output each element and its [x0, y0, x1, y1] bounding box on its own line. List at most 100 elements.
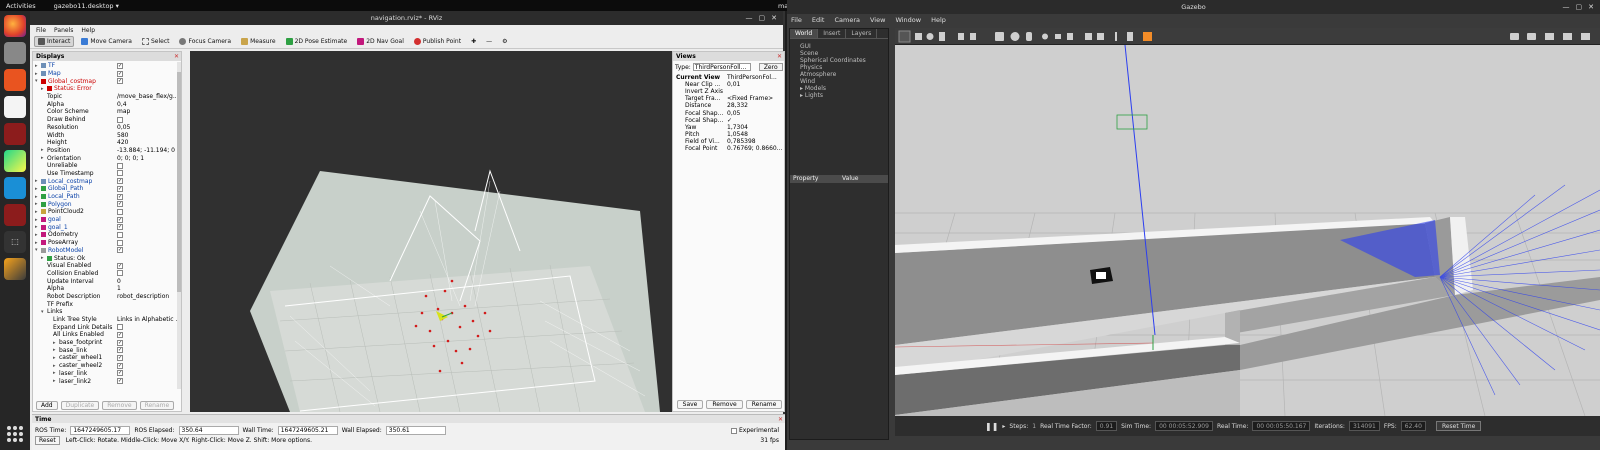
display-checkbox[interactable] [117, 116, 123, 123]
tool-2d-nav-goal[interactable]: 2D Nav Goal [354, 36, 407, 47]
display-row[interactable]: Link Tree Style Links in Alphabetic ... [33, 316, 181, 324]
menu-edit[interactable]: Edit [812, 16, 825, 24]
display-row[interactable]: ▸ caster_wheel1 ✓ [33, 354, 181, 362]
display-checkbox[interactable]: ✓ [117, 339, 123, 346]
gazebo-icon[interactable] [4, 258, 26, 280]
pause-icon[interactable]: ❚❚ [985, 422, 998, 431]
display-checkbox[interactable]: ✓ [117, 78, 123, 85]
rename-display-button[interactable]: Rename [139, 401, 175, 410]
terminal2-icon[interactable] [4, 204, 26, 226]
display-checkbox[interactable]: ✓ [117, 262, 123, 269]
display-row[interactable]: ▾ Links [33, 308, 181, 316]
display-checkbox[interactable]: ✓ [117, 62, 123, 69]
display-row[interactable]: Alpha 1 [33, 285, 181, 293]
rename-view-button[interactable]: Rename [745, 400, 783, 409]
tool-interact[interactable]: Interact [34, 36, 75, 47]
display-row[interactable]: ▸ Local_costmap ✓ [33, 177, 181, 185]
view-properties[interactable]: Current View ThirdPersonFol... Near Clip .… [673, 74, 784, 152]
view-property-row[interactable]: Yaw 1,7304 [673, 124, 784, 131]
tab-insert[interactable]: Insert [818, 29, 847, 38]
software-icon[interactable] [4, 69, 26, 91]
gazebo-titlebar[interactable]: Gazebo — ▢ ✕ [787, 0, 1600, 14]
display-checkbox[interactable]: ✓ [117, 178, 123, 185]
display-checkbox[interactable]: ✓ [117, 370, 123, 377]
view-property-row[interactable]: Pitch 1,0548 [673, 131, 784, 138]
display-checkbox[interactable]: ✓ [117, 331, 123, 338]
display-row[interactable]: Draw Behind [33, 116, 181, 124]
display-row[interactable]: Height 420 [33, 139, 181, 147]
view-property-row[interactable]: Focal Point 0.76769; 0.8660... [673, 145, 784, 152]
tool-select[interactable]: Select [139, 36, 173, 47]
display-row[interactable]: TF Prefix [33, 300, 181, 308]
tool-2d-pose-estimate[interactable]: 2D Pose Estimate [283, 36, 351, 47]
activities-button[interactable]: Activities [6, 2, 36, 10]
view-property-row[interactable]: Focal Shap... ✓ [673, 117, 784, 124]
tab-world[interactable]: World [790, 29, 819, 38]
menu-window[interactable]: Window [895, 16, 921, 24]
app-menu[interactable]: gazebo11.desktop ▾ [54, 2, 119, 10]
display-value[interactable]: map [117, 108, 179, 115]
menu-view[interactable]: View [870, 16, 885, 24]
display-row[interactable]: ▸ Global_Path ✓ [33, 185, 181, 193]
display-row[interactable]: Resolution 0,05 [33, 124, 181, 132]
maximize-icon[interactable]: ▢ [1576, 3, 1583, 11]
display-row[interactable]: ▸ Polygon ✓ [33, 200, 181, 208]
view-property-value[interactable]: 0,05 [727, 110, 785, 117]
display-row[interactable]: ▸ Status: Error [33, 85, 181, 93]
display-value[interactable]: 1 [117, 285, 179, 292]
experimental-checkbox[interactable]: Experimental [730, 427, 779, 434]
tree-item-spherical[interactable]: Spherical Coordinates [800, 57, 888, 64]
tree-item-scene[interactable]: Scene [800, 50, 888, 57]
view-property-row[interactable]: Target Fra... <Fixed Frame> [673, 95, 784, 102]
display-checkbox[interactable]: ✓ [117, 354, 123, 361]
displays-tree[interactable]: ▸ TF ✓ ▸ Map ✓ ▾ Global_costmap ✓ ▸ Status: Error T… [33, 62, 181, 389]
display-row[interactable]: ▸ laser_link2 ✓ [33, 377, 181, 385]
save-view-button[interactable]: Save [676, 400, 704, 409]
view-property-value[interactable]: 0.76769; 0.8660... [727, 145, 785, 152]
display-checkbox[interactable] [117, 208, 123, 215]
rviz-icon[interactable]: ⬚ [4, 231, 26, 253]
display-row[interactable]: Visual Enabled ✓ [33, 262, 181, 270]
menu-help[interactable]: Help [931, 16, 946, 24]
ros-elapsed-field[interactable]: 350.64 [178, 426, 239, 435]
display-value[interactable]: Links in Alphabetic ... [117, 316, 179, 323]
display-row[interactable]: ▸ PoseArray [33, 239, 181, 247]
display-row[interactable]: ▸ Status: Ok [33, 254, 181, 262]
remove-display-button[interactable]: Remove [102, 401, 137, 410]
display-row[interactable]: ▸ laser_link ✓ [33, 370, 181, 378]
display-checkbox[interactable] [117, 324, 123, 331]
close-icon[interactable]: ✕ [777, 53, 782, 60]
view-property-value[interactable]: ✓ [727, 117, 785, 124]
zero-button[interactable]: Zero [758, 63, 783, 71]
view-property-row[interactable]: Current View ThirdPersonFol... [673, 74, 784, 81]
display-value[interactable]: 0 [117, 278, 179, 285]
tree-item-models[interactable]: ▸ Models [800, 85, 888, 92]
display-row[interactable]: ▸ base_footprint ✓ [33, 339, 181, 347]
display-checkbox[interactable]: ✓ [117, 347, 123, 354]
menu-file[interactable]: File [791, 16, 802, 24]
display-row[interactable]: Width 580 [33, 131, 181, 139]
display-checkbox[interactable] [117, 162, 123, 169]
tool-focus-camera[interactable]: Focus Camera [176, 36, 234, 47]
tool-measure[interactable]: Measure [238, 36, 279, 47]
view-property-value[interactable]: 0,01 [727, 81, 785, 88]
tab-layers[interactable]: Layers [846, 29, 878, 38]
view-property-value[interactable]: 1,7304 [727, 124, 785, 131]
view-property-value[interactable]: <Fixed Frame> [727, 95, 785, 102]
display-row[interactable]: ▸ Local_Path ✓ [33, 193, 181, 201]
files-icon[interactable] [4, 42, 26, 64]
minimize-icon[interactable]: — [1563, 3, 1570, 11]
display-checkbox[interactable] [117, 231, 123, 238]
tree-item-physics[interactable]: Physics [800, 64, 888, 71]
gazebo-3d-view[interactable] [895, 45, 1600, 416]
duplicate-display-button[interactable]: Duplicate [60, 401, 100, 410]
display-checkbox[interactable]: ✓ [117, 185, 123, 192]
view-property-row[interactable]: Field of Vi... 0,785398 [673, 138, 784, 145]
display-checkbox[interactable] [117, 239, 123, 246]
close-icon[interactable]: ✕ [778, 416, 783, 423]
display-value[interactable]: robot_description [117, 293, 179, 300]
rviz-3d-view[interactable] [190, 51, 692, 412]
menu-camera[interactable]: Camera [834, 16, 860, 24]
display-row[interactable]: Expand Link Details [33, 323, 181, 331]
close-icon[interactable]: ✕ [1588, 3, 1594, 11]
